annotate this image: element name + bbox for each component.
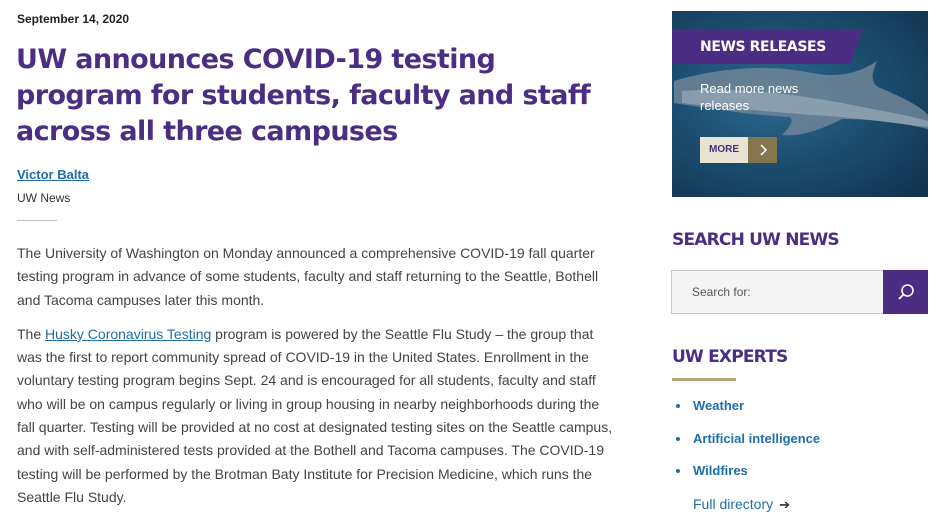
expert-item-weather[interactable]: Weather [676,398,820,431]
news-releases-promo[interactable]: NEWS RELEASES Read more news releases MO… [672,11,928,197]
bullet-icon [676,436,680,441]
bullet-icon [676,404,680,408]
paragraph-2-start: The [17,325,46,342]
expert-link[interactable]: Weather [693,398,744,413]
full-directory-label: Full directory [693,496,774,512]
search-form [671,270,928,314]
husky-testing-link[interactable]: Husky Coronavirus Testing [45,326,211,342]
chevron-right-icon [748,137,777,163]
author-link[interactable]: Victor Balta [17,167,89,182]
paragraph-2: The Husky Coronavirus Testing program is… [17,323,617,509]
search-input[interactable] [671,270,883,314]
article-date: September 14, 2020 [17,12,130,26]
arrow-right-icon: ➔ [779,497,791,512]
expert-item-ai[interactable]: Artificial intelligence [676,431,820,464]
byline-divider [17,220,57,221]
promo-text: Read more news releases [700,81,799,113]
search-button[interactable] [883,270,928,314]
search-icon [897,284,914,300]
article-headline: UW announces COVID-19 testing program fo… [16,44,591,147]
expert-item-wildfires[interactable]: Wildfires [676,463,820,496]
search-heading: SEARCH UW NEWS [672,230,840,250]
full-directory-link[interactable]: Full directory ➔ [693,496,790,513]
more-label: MORE [700,137,748,163]
article-body: The University of Washington on Monday a… [17,242,617,520]
experts-divider [672,378,736,381]
expert-link[interactable]: Wildfires [693,463,748,478]
article-outlet: UW News [17,191,71,205]
bullet-icon [676,469,680,473]
expert-link[interactable]: Artificial intelligence [693,431,820,446]
experts-heading: UW EXPERTS [672,347,788,367]
news-releases-tag: NEWS RELEASES [672,30,862,64]
paragraph-2-rest: program is powered by the Seattle Flu St… [17,325,613,505]
more-button[interactable]: MORE [700,137,777,163]
paragraph-1: The University of Washington on Monday a… [17,245,599,308]
experts-list: Weather Artificial intelligence Wildfire… [676,398,820,496]
news-releases-label: NEWS RELEASES [700,39,826,55]
